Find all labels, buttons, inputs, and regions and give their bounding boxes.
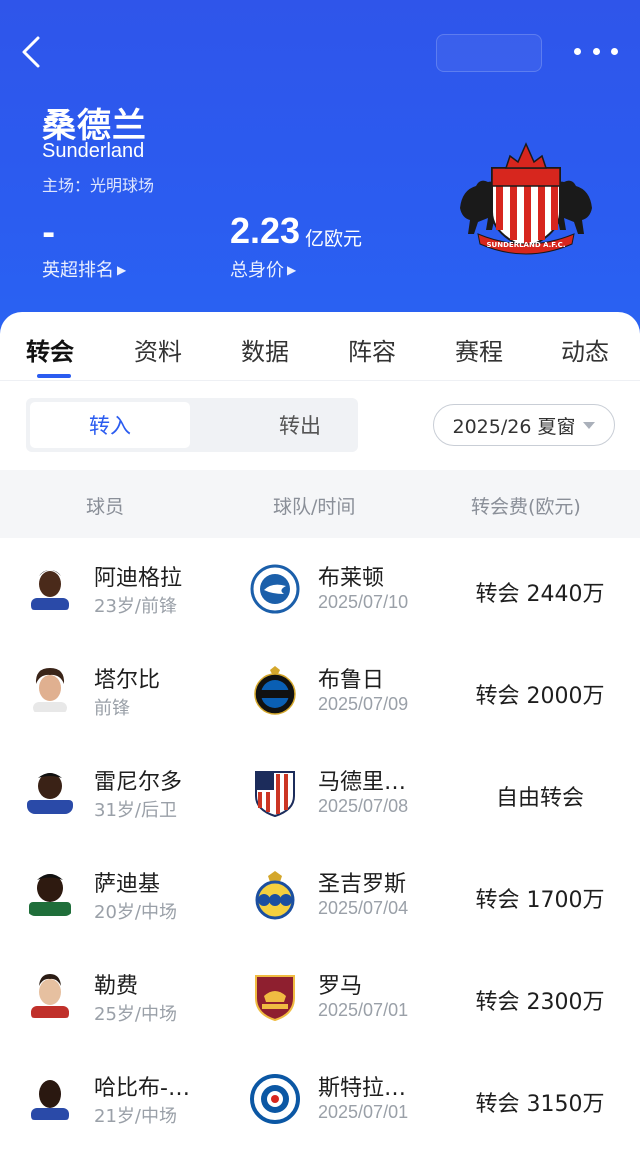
transfer-date: 2025/07/08: [318, 796, 409, 816]
team-name-en: Sunderland: [42, 140, 145, 162]
tab-news[interactable]: 动态: [561, 332, 609, 367]
player-meta: 31岁/后卫: [94, 800, 177, 821]
player-avatar: [27, 560, 73, 610]
club-name: 布鲁日: [318, 668, 385, 693]
player-meta: 21岁/中场: [94, 1106, 177, 1127]
tab-bar: 转会 资料 数据 阵容 赛程 动态: [0, 312, 640, 380]
tab-transfers[interactable]: 转会: [26, 332, 74, 367]
header-player: 球员: [86, 496, 125, 518]
header-action-pill[interactable]: [436, 34, 542, 72]
transfer-panel: 转会 资料 数据 阵容 赛程 动态 转入 转出 2025/26 夏窗 球员 球队…: [0, 312, 640, 1164]
tab-fixtures[interactable]: 赛程: [455, 332, 503, 367]
transfer-date: 2025/07/10: [318, 592, 409, 612]
player-name: 哈比布-…: [94, 1076, 190, 1101]
club-name: 马德里…: [318, 770, 407, 795]
league-rank-value: -: [42, 214, 56, 252]
back-button[interactable]: [18, 34, 48, 70]
player-avatar: [27, 662, 73, 712]
as-roma-logo: [255, 975, 295, 1022]
transfer-fee: 转会 2000万: [475, 684, 605, 709]
transfer-fee: 转会 3150万: [475, 1092, 605, 1117]
club-name: 布莱顿: [318, 566, 385, 591]
transfer-date: 2025/07/04: [318, 898, 409, 918]
more-dot-icon: [611, 47, 618, 55]
team-header: 桑德兰 Sunderland 主场：光明球场 - 英超排名 ▶ 2.23 亿欧元 …: [0, 0, 640, 345]
club-name: 罗马: [318, 974, 363, 999]
squad-value-link[interactable]: 总身价 ▶: [230, 256, 296, 282]
squad-value-unit: 亿欧元: [305, 228, 363, 250]
player-avatar: [27, 968, 73, 1018]
tab-active-indicator: [37, 374, 71, 378]
player-meta: 20岁/中场: [94, 902, 177, 923]
more-button[interactable]: [574, 36, 618, 66]
table-header: 球员 球队/时间 转会费(欧元): [0, 470, 640, 538]
more-dot-icon: [574, 47, 581, 55]
squad-value-number: 2.23: [230, 210, 301, 251]
club-name: 圣吉罗斯: [318, 872, 407, 897]
transfer-fee: 转会 2300万: [475, 990, 605, 1015]
league-rank-link[interactable]: 英超排名 ▶: [42, 256, 126, 282]
transfer-date: 2025/07/01: [318, 1102, 409, 1122]
stadium-text: 主场：光明球场: [42, 176, 155, 195]
player-avatar: [27, 764, 73, 814]
player-name: 阿迪格拉: [94, 566, 183, 591]
chevron-left-icon: [22, 36, 40, 68]
crest-text: SUNDERLAND A.F.C.: [487, 241, 566, 249]
transfer-date: 2025/07/09: [318, 694, 409, 714]
tabs-divider: [0, 380, 640, 381]
transfer-out-option[interactable]: 转出: [220, 402, 380, 448]
player-name: 雷尼尔多: [94, 770, 183, 795]
caret-right-icon: ▶: [287, 263, 297, 277]
tab-profile[interactable]: 资料: [134, 332, 182, 367]
transfer-row[interactable]: 阿迪格拉 23岁/前锋 布莱顿 2025/07/10 转会 2440万: [0, 538, 640, 640]
player-avatar: [27, 866, 73, 916]
transfer-row[interactable]: 雷尼尔多 31岁/后卫 马德里… 2025/07/08 自由转会: [0, 742, 640, 844]
sunderland-crest-logo: SUNDERLAND A.F.C.: [460, 142, 592, 255]
caret-right-icon: ▶: [117, 263, 127, 277]
caret-down-icon: [583, 421, 596, 429]
transfer-direction-toggle: 转入 转出: [26, 398, 358, 452]
player-meta: 前锋: [94, 698, 130, 719]
player-name: 塔尔比: [94, 668, 161, 693]
club-brugge-logo: [254, 666, 296, 715]
transfer-fee: 自由转会: [495, 786, 584, 811]
league-rank-label: 英超排名: [42, 260, 114, 281]
transfer-row[interactable]: 萨迪基 20岁/中场 圣吉罗斯 2025/07/04 转会 1700万: [0, 844, 640, 946]
player-avatar: [27, 1070, 73, 1120]
player-meta: 25岁/中场: [94, 1004, 177, 1025]
header-fee: 转会费(欧元): [471, 496, 581, 518]
transfer-in-option[interactable]: 转入: [30, 402, 190, 448]
transfer-row[interactable]: 勒费 25岁/中场 罗马 2025/07/01 转会 2300万: [0, 946, 640, 1048]
player-name: 勒费: [94, 974, 139, 999]
transfer-date: 2025/07/01: [318, 1000, 409, 1020]
transfer-window-value: 2025/26 夏窗: [452, 415, 576, 438]
more-dot-icon: [592, 47, 600, 55]
transfer-fee: 转会 1700万: [475, 888, 605, 913]
brighton-logo: [250, 564, 300, 614]
transfer-row[interactable]: 哈比布-… 21岁/中场 斯特拉… 2025/07/01 转会 3150万: [0, 1048, 640, 1150]
atletico-madrid-logo: [255, 771, 295, 818]
transfer-row[interactable]: 塔尔比 前锋 布鲁日 2025/07/09 转会 2000万: [0, 640, 640, 742]
club-name: 斯特拉…: [318, 1076, 407, 1101]
squad-value-label: 总身价: [230, 260, 284, 281]
header-team-time: 球队/时间: [273, 496, 356, 518]
transfer-window-select[interactable]: 2025/26 夏窗: [433, 404, 615, 446]
union-saint-gilloise-logo: [255, 871, 295, 920]
tab-squad[interactable]: 阵容: [348, 332, 396, 367]
strasbourg-logo: [250, 1074, 300, 1124]
transfer-fee: 转会 2440万: [475, 582, 605, 607]
player-name: 萨迪基: [94, 872, 161, 897]
player-meta: 23岁/前锋: [94, 596, 177, 617]
tab-stats[interactable]: 数据: [241, 332, 289, 367]
